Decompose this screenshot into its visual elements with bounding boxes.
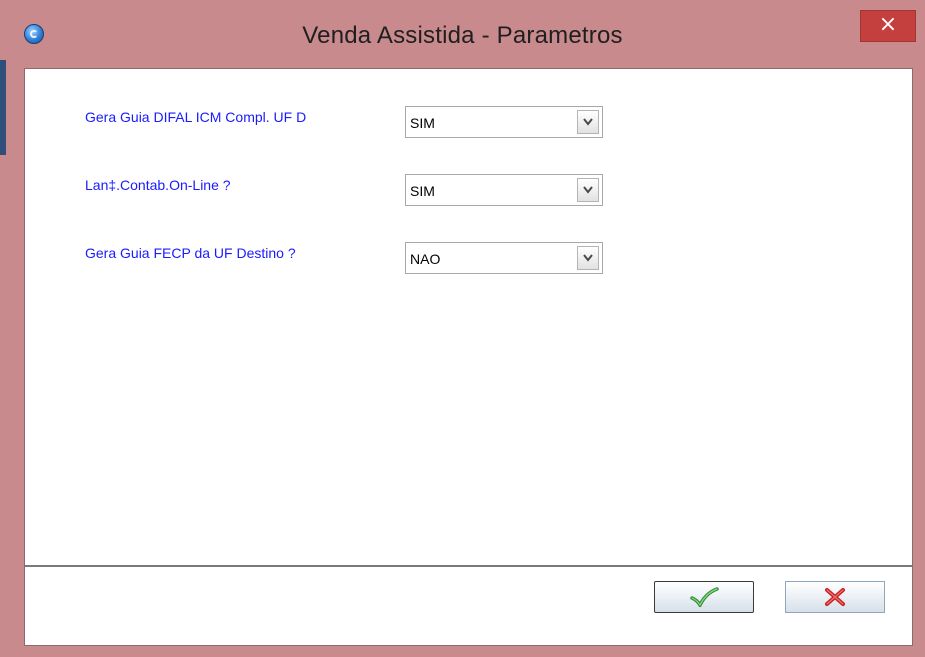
- checkmark-icon: [689, 587, 719, 611]
- param-select-fecp-value: NAO: [410, 251, 441, 267]
- dialog-client-area: Gera Guia DIFAL ICM Compl. UF D SIM Lan‡…: [24, 68, 913, 646]
- param-select-contab-online-value: SIM: [410, 183, 435, 199]
- title-bar[interactable]: Venda Assistida - Parametros ×: [0, 0, 925, 68]
- confirm-button[interactable]: [654, 581, 754, 613]
- param-select-fecp[interactable]: NAO: [405, 242, 603, 274]
- background-window-edge: [0, 60, 6, 155]
- cancel-button[interactable]: [785, 581, 885, 613]
- param-label-contab-online: Lan‡.Contab.On-Line ?: [85, 177, 231, 193]
- param-label-difal: Gera Guia DIFAL ICM Compl. UF D: [85, 109, 307, 125]
- param-select-difal[interactable]: SIM: [405, 106, 603, 138]
- param-label-fecp: Gera Guia FECP da UF Destino ?: [85, 245, 296, 261]
- chevron-down-icon[interactable]: [577, 178, 599, 202]
- param-select-contab-online[interactable]: SIM: [405, 174, 603, 206]
- button-bar: [25, 567, 912, 645]
- param-select-difal-value: SIM: [410, 115, 435, 131]
- dialog-window: Venda Assistida - Parametros × Gera Guia…: [0, 0, 925, 657]
- close-button[interactable]: ×: [860, 10, 916, 42]
- cancel-x-icon: [823, 588, 847, 611]
- chevron-down-icon[interactable]: [577, 110, 599, 134]
- window-title: Venda Assistida - Parametros: [302, 22, 623, 49]
- parameters-panel: Gera Guia DIFAL ICM Compl. UF D SIM Lan‡…: [25, 69, 912, 567]
- chevron-down-icon[interactable]: [577, 246, 599, 270]
